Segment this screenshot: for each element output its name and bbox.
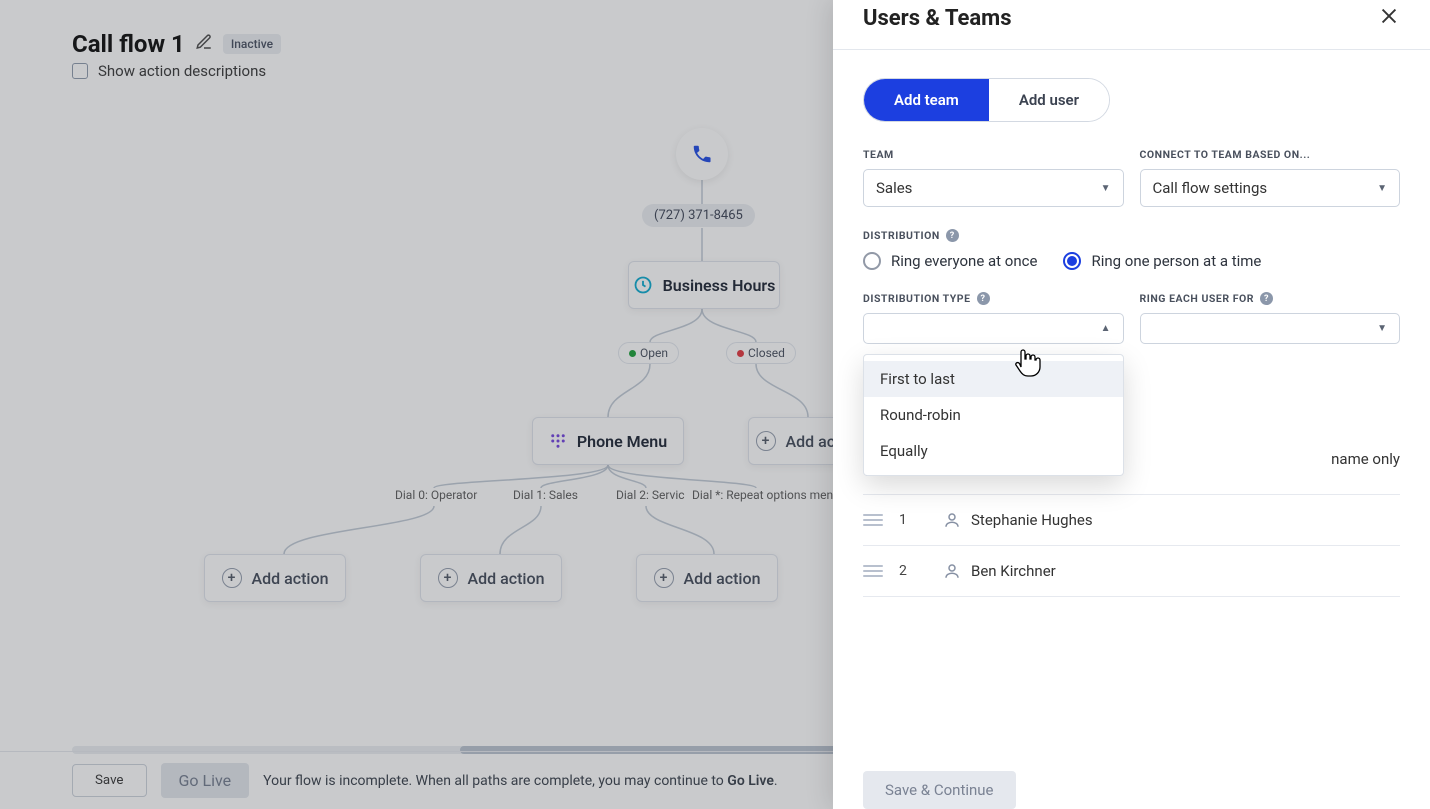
dd-equally[interactable]: Equally bbox=[864, 433, 1123, 469]
caret-down-icon: ▼ bbox=[1101, 183, 1111, 194]
dist-type-label: DISTRIBUTION TYPE ? bbox=[863, 292, 1124, 305]
distribution-type-select[interactable]: ▲ bbox=[863, 313, 1124, 344]
add-team-tab[interactable]: Add team bbox=[864, 79, 989, 121]
radio-icon bbox=[1063, 252, 1081, 270]
team-select[interactable]: Sales ▼ bbox=[863, 169, 1124, 207]
add-team-user-toggle: Add team Add user bbox=[863, 78, 1110, 122]
dd-round-robin[interactable]: Round-robin bbox=[864, 397, 1123, 433]
dd-first-to-last[interactable]: First to last bbox=[864, 361, 1123, 397]
user-icon bbox=[943, 511, 961, 529]
save-continue-button[interactable]: Save & Continue bbox=[863, 771, 1016, 809]
drawer-title: Users & Teams bbox=[863, 6, 1012, 31]
user-icon bbox=[943, 562, 961, 580]
help-icon[interactable]: ? bbox=[977, 292, 990, 305]
close-icon[interactable] bbox=[1378, 5, 1400, 31]
distribution-type-dropdown: First to last Round-robin Equally bbox=[863, 354, 1124, 476]
drag-handle-icon[interactable] bbox=[863, 514, 883, 526]
row-order: 2 bbox=[883, 563, 943, 579]
distribution-label: DISTRIBUTION ? bbox=[863, 229, 1400, 242]
connect-field-label: CONNECT TO TEAM BASED ON... bbox=[1140, 148, 1401, 161]
row-user-name: Stephanie Hughes bbox=[971, 511, 1093, 529]
help-icon[interactable]: ? bbox=[946, 229, 959, 242]
user-row: 1 Stephanie Hughes bbox=[863, 494, 1400, 545]
row-user-name: Ben Kirchner bbox=[971, 562, 1056, 580]
caret-down-icon: ▼ bbox=[1377, 323, 1387, 334]
connect-select[interactable]: Call flow settings ▼ bbox=[1140, 169, 1401, 207]
radio-ring-all[interactable]: Ring everyone at once bbox=[863, 252, 1037, 270]
name-only-fragment: name only bbox=[1331, 450, 1400, 468]
team-field-label: TEAM bbox=[863, 148, 1124, 161]
user-row: 2 Ben Kirchner bbox=[863, 545, 1400, 596]
caret-down-icon: ▼ bbox=[1377, 183, 1387, 194]
ring-for-select[interactable]: ▼ bbox=[1140, 313, 1401, 344]
help-icon[interactable]: ? bbox=[1260, 292, 1273, 305]
radio-icon bbox=[863, 252, 881, 270]
add-user-tab[interactable]: Add user bbox=[989, 79, 1109, 121]
users-teams-drawer: Users & Teams Add team Add user TEAM Sal… bbox=[833, 0, 1430, 809]
drag-handle-icon[interactable] bbox=[863, 565, 883, 577]
radio-ring-one[interactable]: Ring one person at a time bbox=[1063, 252, 1261, 270]
caret-up-icon: ▲ bbox=[1101, 323, 1111, 334]
row-order: 1 bbox=[883, 512, 943, 528]
ring-for-label: RING EACH USER FOR ? bbox=[1140, 292, 1401, 305]
